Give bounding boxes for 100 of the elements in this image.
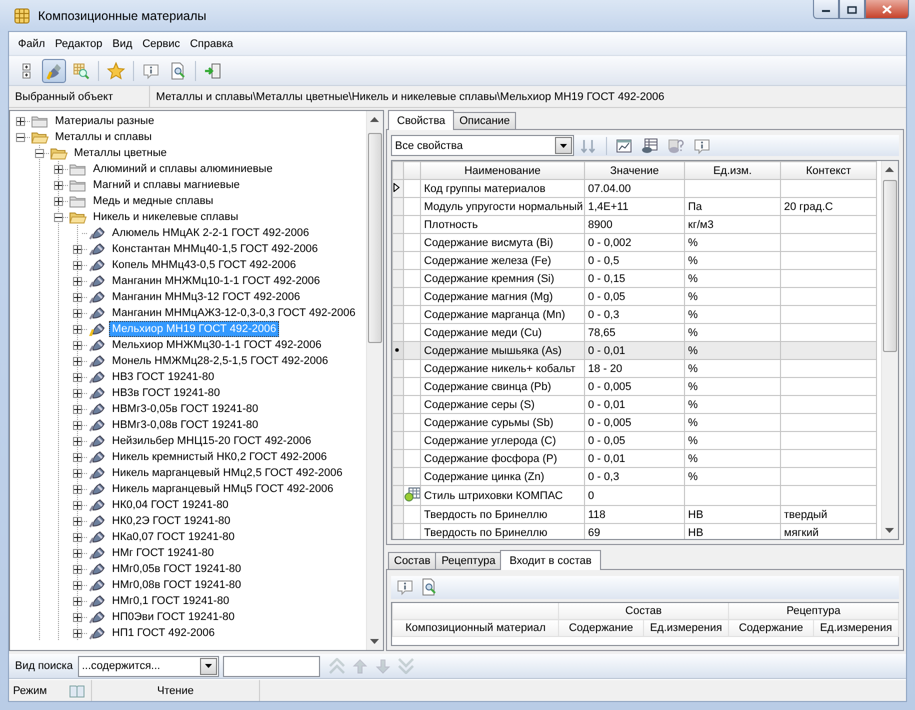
expand-toggle[interactable] — [73, 244, 82, 254]
material-icon — [88, 433, 106, 449]
column-header[interactable]: Ед.изм. — [684, 162, 780, 180]
expand-toggle[interactable] — [73, 340, 82, 350]
column-header[interactable]: Содержание — [558, 620, 644, 637]
column-group-header[interactable]: Состав — [558, 602, 728, 620]
expand-toggle[interactable] — [73, 580, 82, 590]
tree-item[interactable]: Монель НМЖМц28-2,5-1,5 ГОСТ 492-2006 — [109, 353, 332, 369]
tree-item[interactable]: НМг0,08в ГОСТ 19241-80 — [109, 577, 244, 593]
collapse-toggle[interactable] — [35, 148, 44, 158]
column-header[interactable]: Содержание — [728, 620, 814, 637]
expand-toggle[interactable] — [16, 116, 25, 126]
tree-item[interactable]: НМг ГОСТ 19241-80 — [109, 545, 217, 561]
expand-toggle[interactable] — [73, 388, 82, 398]
tree-item[interactable]: НК0,2Э ГОСТ 19241-80 — [109, 513, 234, 529]
expand-toggle[interactable] — [73, 420, 82, 430]
tree-item[interactable]: НВ3 ГОСТ 19241-80 — [109, 369, 218, 385]
tree-item[interactable]: Никель марганцевый НМц2,5 ГОСТ 492-2006 — [109, 465, 346, 481]
material-icon — [88, 257, 106, 273]
tab[interactable]: Входит в состав — [500, 550, 601, 570]
property-name: Содержание магния (Mg) — [420, 288, 584, 306]
expand-toggle[interactable] — [73, 260, 82, 270]
tree-item[interactable]: НВМг3-0,05в ГОСТ 19241-80 — [109, 401, 262, 417]
expand-toggle[interactable] — [73, 308, 82, 318]
tree-item[interactable]: Никель и никелевые сплавы — [90, 209, 242, 225]
vertical-scrollbar[interactable] — [881, 161, 898, 540]
tree-item[interactable]: Металлы и сплавы — [52, 129, 155, 145]
expand-toggle[interactable] — [73, 452, 82, 462]
close-button[interactable] — [865, 0, 909, 19]
tree-item[interactable]: Манганин МНЖМц10-1-1 ГОСТ 492-2006 — [109, 273, 324, 289]
tree-item[interactable]: Никель марганцевый НМц5 ГОСТ 492-2006 — [109, 481, 336, 497]
expand-toggle[interactable] — [73, 516, 82, 526]
material-icon — [88, 449, 106, 465]
tree-item[interactable]: НКа0,07 ГОСТ 19241-80 — [109, 529, 238, 545]
tree-item[interactable]: Нейзильбер МНЦ15-20 ГОСТ 492-2006 — [109, 433, 314, 449]
tree-item[interactable]: НП1 ГОСТ 492-2006 — [109, 625, 218, 641]
toolbar-button[interactable] — [42, 58, 66, 82]
tab[interactable]: Описание — [453, 112, 516, 130]
tree-item[interactable]: Мельхиор МНЖМц30-1-1 ГОСТ 492-2006 — [109, 337, 324, 353]
vertical-scrollbar[interactable] — [366, 111, 383, 650]
expand-toggle[interactable] — [73, 324, 82, 334]
menu-item[interactable]: Вид — [107, 36, 138, 52]
expand-toggle[interactable] — [73, 404, 82, 414]
expand-toggle[interactable] — [73, 548, 82, 558]
search-mode-dropdown[interactable]: ...содержится... — [78, 656, 219, 676]
search-field[interactable] — [222, 656, 320, 676]
tree-item[interactable]: Манганин МНМцАЖ3-12-0,3-0,3 ГОСТ 492-2006 — [109, 305, 358, 321]
minimize-button[interactable] — [813, 0, 839, 19]
tree-item[interactable]: Копель МНМц43-0,5 ГОСТ 492-2006 — [109, 257, 299, 273]
expand-toggle[interactable] — [54, 164, 63, 174]
property-filter-dropdown[interactable]: Все свойства — [391, 135, 574, 156]
expand-toggle[interactable] — [73, 500, 82, 510]
column-group-header[interactable]: Рецептура — [728, 602, 898, 620]
menu-item[interactable]: Редактор — [50, 36, 108, 52]
expand-toggle[interactable] — [73, 564, 82, 574]
tree-item[interactable]: НМг0,05в ГОСТ 19241-80 — [109, 561, 244, 577]
tree-item[interactable]: Манганин МНМц3-12 ГОСТ 492-2006 — [109, 289, 304, 305]
tree-item[interactable]: НВ3в ГОСТ 19241-80 — [109, 385, 224, 401]
tree-item[interactable]: НП0Эви ГОСТ 19241-80 — [109, 609, 238, 625]
tab[interactable]: Рецептура — [435, 552, 502, 569]
tab[interactable]: Свойства — [388, 110, 454, 130]
tree-item[interactable]: Алюмель НМцАК 2-2-1 ГОСТ 492-2006 — [109, 225, 312, 241]
menu-item[interactable]: Файл — [13, 36, 50, 52]
expand-toggle[interactable] — [73, 484, 82, 494]
expand-toggle[interactable] — [73, 436, 82, 446]
expand-toggle[interactable] — [73, 468, 82, 478]
collapse-toggle[interactable] — [16, 132, 25, 142]
column-header[interactable]: Ед.измерения — [644, 620, 728, 637]
expand-toggle[interactable] — [73, 628, 82, 638]
collapse-toggle[interactable] — [54, 212, 63, 222]
column-header[interactable]: Ед.измерения — [814, 620, 898, 637]
tree-item[interactable]: НМг0,1 ГОСТ 19241-80 — [109, 593, 232, 609]
expand-toggle[interactable] — [73, 372, 82, 382]
column-header[interactable]: Значение — [584, 162, 684, 180]
expand-toggle[interactable] — [73, 596, 82, 606]
plus-icon — [55, 182, 62, 188]
tree-item[interactable]: НВМг3-0,08в ГОСТ 19241-80 — [109, 417, 262, 433]
tab[interactable]: Состав — [388, 552, 436, 569]
expand-toggle[interactable] — [54, 196, 63, 206]
tree-item[interactable]: Медь и медные сплавы — [90, 193, 216, 209]
tree-item[interactable]: Константан МНМц40-1,5 ГОСТ 492-2006 — [109, 241, 321, 257]
tree-item[interactable]: Никель кремнистый НК0,2 ГОСТ 492-2006 — [109, 449, 330, 465]
tree-item[interactable]: Алюминий и сплавы алюминиевые — [90, 161, 276, 177]
tree-item[interactable]: Магний и сплавы магниевые — [90, 177, 243, 193]
expand-toggle[interactable] — [73, 356, 82, 366]
column-header[interactable]: Наименование — [420, 162, 584, 180]
menu-item[interactable]: Справка — [184, 36, 238, 52]
expand-toggle[interactable] — [73, 276, 82, 286]
tree-item[interactable]: Металлы цветные — [71, 145, 170, 161]
expand-toggle[interactable] — [54, 180, 63, 190]
column-header[interactable]: Композиционный материал — [392, 620, 558, 637]
tree-item[interactable]: Материалы разные — [52, 113, 158, 129]
property-value: 0 - 0,05 — [584, 432, 684, 450]
expand-toggle[interactable] — [73, 532, 82, 542]
tree-item[interactable]: НК0,04 ГОСТ 19241-80 — [109, 497, 232, 513]
expand-toggle[interactable] — [73, 292, 82, 302]
maximize-button[interactable] — [839, 0, 865, 19]
expand-toggle[interactable] — [73, 612, 82, 622]
menu-item[interactable]: Сервис — [137, 36, 185, 52]
column-header[interactable]: Контекст — [780, 162, 876, 180]
